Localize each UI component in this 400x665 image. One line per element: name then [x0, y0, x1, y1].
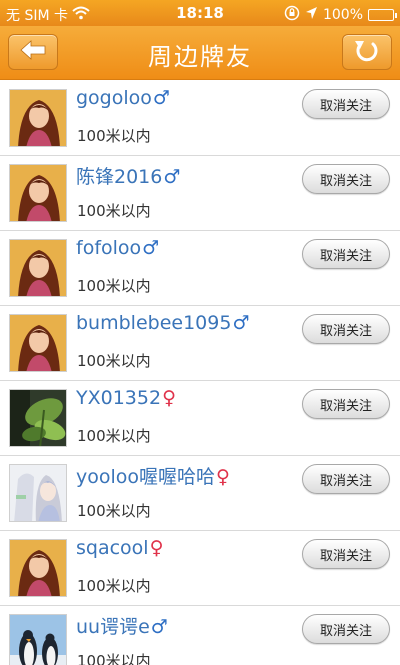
male-icon: ♂	[142, 237, 160, 259]
username[interactable]: bumblebee1095♂	[76, 312, 249, 334]
unfollow-button[interactable]: 取消关注	[302, 89, 390, 119]
distance-label: 100米以内	[77, 277, 151, 295]
refresh-icon	[354, 38, 380, 66]
female-icon: ♀	[162, 387, 176, 409]
distance-label: 100米以内	[77, 652, 151, 665]
distance-label: 100米以内	[77, 352, 151, 370]
unfollow-button[interactable]: 取消关注	[302, 239, 390, 269]
female-character-avatar[interactable]	[9, 164, 67, 222]
distance-label: 100米以内	[77, 502, 151, 520]
list-item[interactable]: uu谔谔e♂ 100米以内 取消关注	[0, 606, 400, 665]
female-character-avatar[interactable]	[9, 239, 67, 297]
battery-icon	[368, 9, 397, 21]
male-icon: ♂	[152, 87, 170, 109]
female-character-avatar[interactable]	[9, 539, 67, 597]
list-item[interactable]: 陈锋2016♂ 100米以内 取消关注	[0, 156, 400, 231]
unfollow-button[interactable]: 取消关注	[302, 389, 390, 419]
page-title: 周边牌友	[148, 43, 252, 71]
anime-girl-avatar[interactable]	[9, 464, 67, 522]
username[interactable]: uu谔谔e♂	[76, 612, 168, 639]
distance-label: 100米以内	[77, 202, 151, 220]
list-item[interactable]: yooloo喔喔哈哈♀ 100米以内 取消关注	[0, 456, 400, 531]
rotation-lock-icon	[284, 5, 300, 25]
list-item[interactable]: gogoloo♂ 100米以内 取消关注	[0, 81, 400, 156]
unfollow-button[interactable]: 取消关注	[302, 464, 390, 494]
male-icon: ♂	[163, 166, 181, 188]
username[interactable]: gogoloo♂	[76, 87, 170, 109]
list-item[interactable]: bumblebee1095♂ 100米以内 取消关注	[0, 306, 400, 381]
unfollow-button[interactable]: 取消关注	[302, 314, 390, 344]
female-icon: ♀	[149, 537, 164, 559]
nav-bar: 周边牌友	[0, 26, 400, 80]
male-icon: ♂	[232, 312, 250, 334]
location-arrow-icon	[305, 6, 318, 24]
female-character-avatar[interactable]	[9, 314, 67, 372]
unfollow-button[interactable]: 取消关注	[302, 614, 390, 644]
username[interactable]: fofoloo♂	[76, 237, 159, 259]
status-bar: 无 SIM 卡 18:18 100%	[0, 0, 400, 26]
male-icon: ♂	[150, 616, 168, 638]
refresh-button[interactable]	[342, 34, 392, 70]
penguin-photo-avatar[interactable]	[9, 614, 67, 665]
distance-label: 100米以内	[77, 427, 151, 445]
status-right: 100%	[284, 5, 397, 25]
list-item[interactable]: YX01352♀ 100米以内 取消关注	[0, 381, 400, 456]
username[interactable]: yooloo喔喔哈哈♀	[76, 462, 230, 489]
distance-label: 100米以内	[77, 127, 151, 145]
female-icon: ♀	[216, 466, 230, 488]
username[interactable]: sqacool♀	[76, 537, 164, 559]
list-item[interactable]: fofoloo♂ 100米以内 取消关注	[0, 231, 400, 306]
female-character-avatar[interactable]	[9, 89, 67, 147]
distance-label: 100米以内	[77, 577, 151, 595]
battery-percent: 100%	[322, 7, 363, 23]
username[interactable]: YX01352♀	[76, 387, 176, 409]
plant-photo-avatar[interactable]	[9, 389, 67, 447]
unfollow-button[interactable]: 取消关注	[302, 539, 390, 569]
unfollow-button[interactable]: 取消关注	[302, 164, 390, 194]
username[interactable]: 陈锋2016♂	[76, 162, 180, 189]
user-list: gogoloo♂ 100米以内 取消关注 陈锋2016♂ 100米以内 取消关注	[0, 81, 400, 665]
list-item[interactable]: sqacool♀ 100米以内 取消关注	[0, 531, 400, 606]
